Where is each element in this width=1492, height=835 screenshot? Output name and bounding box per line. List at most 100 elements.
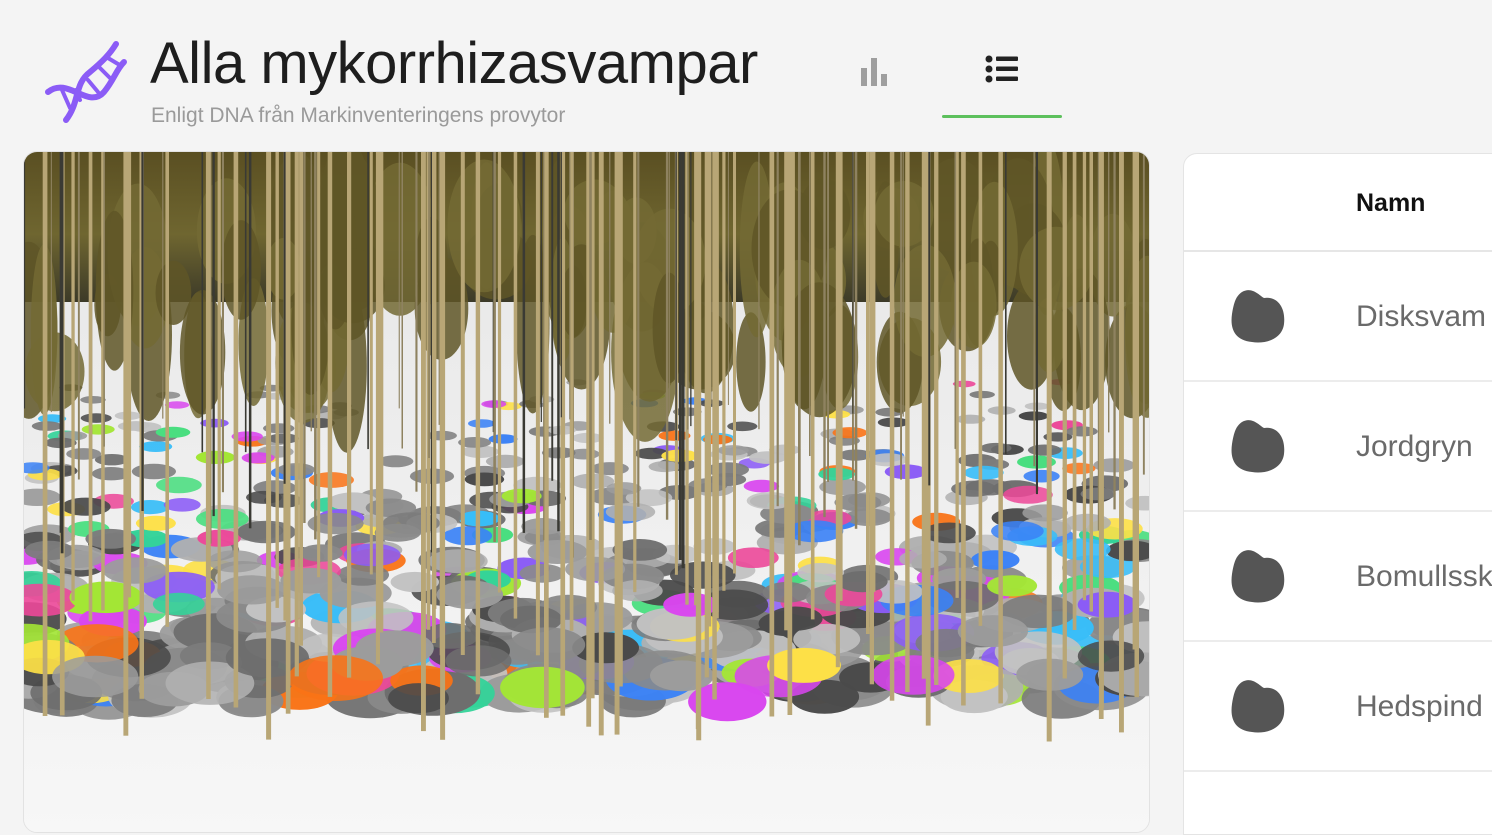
tree-trunk (310, 152, 312, 432)
ground-patch (195, 450, 236, 464)
tree-trunk (1113, 152, 1116, 510)
table-row[interactable]: Disksvam (1184, 252, 1492, 382)
ground-patch (163, 498, 201, 512)
tree-trunk (207, 152, 211, 615)
tree-trunk (401, 152, 403, 449)
species-table: Namn Disksvam Jordgryn Bomullssk Hedspin… (1183, 153, 1492, 835)
ground-patch (501, 488, 542, 504)
forest-scene[interactable] (23, 151, 1150, 833)
tree-trunk (544, 152, 549, 639)
tree-trunk (1098, 152, 1104, 719)
ground-patch (1023, 469, 1060, 483)
tree-trunk (1089, 152, 1093, 612)
tree-trunk (460, 152, 465, 655)
bar-chart-icon (861, 58, 887, 86)
ground-patch (103, 557, 167, 584)
ground-patch (957, 615, 1029, 648)
tree-trunk (1062, 152, 1067, 679)
ground-patch (81, 424, 115, 435)
ground-patch (963, 465, 1004, 480)
fungus-blob-icon (1231, 550, 1285, 603)
tree-trunk (379, 152, 384, 633)
tree-trunk (998, 152, 1003, 704)
tab-chart-view[interactable] (834, 40, 914, 118)
ground-patch (971, 550, 1020, 570)
tree-trunk (569, 152, 571, 420)
tree-trunk (1134, 152, 1139, 698)
ground-patch (749, 451, 787, 464)
tree-trunk (127, 152, 132, 598)
tree-trunk (42, 152, 48, 716)
tree-trunk (557, 152, 560, 532)
tree-trunk (809, 152, 811, 456)
tree-trunk (962, 152, 966, 593)
tree-trunk (522, 152, 526, 533)
tree-trunk (299, 152, 303, 646)
table-header: Namn (1184, 154, 1492, 252)
tree-trunk (733, 152, 736, 574)
tree-trunk (421, 152, 426, 732)
fungus-blob-icon (1231, 680, 1285, 733)
tree-trunk (123, 152, 129, 736)
tree-trunk (722, 152, 726, 591)
column-header-name[interactable]: Namn (1356, 189, 1425, 218)
table-row[interactable]: Bomullssk (1184, 512, 1492, 642)
table-row[interactable]: Hedspind (1184, 642, 1492, 772)
tree-trunk (928, 152, 931, 486)
ground-patch (156, 476, 202, 494)
tree-trunk (589, 152, 592, 540)
table-row[interactable]: Jordgryn (1184, 382, 1492, 512)
tree-trunk (141, 152, 144, 511)
ground-patch (590, 462, 629, 476)
tree-trunk (854, 152, 858, 529)
ground-patch (299, 544, 343, 562)
ground-patch (488, 434, 518, 444)
fungus-blob-icon (1231, 290, 1285, 343)
tree-crown (221, 220, 261, 320)
dna-icon (45, 41, 127, 123)
tree-trunk (1108, 152, 1110, 433)
tree-trunk (233, 152, 239, 708)
tree-trunk (681, 152, 685, 569)
tree-trunk (50, 152, 52, 413)
tree-trunk (428, 152, 430, 458)
tree-trunk (727, 152, 729, 405)
species-name: Disksvam (1356, 300, 1487, 333)
tree-trunk (24, 152, 26, 409)
species-name: Jordgryn (1356, 430, 1473, 463)
tree-crown (1019, 226, 1094, 311)
tree-trunk (375, 152, 380, 665)
tree-trunk (1035, 152, 1038, 495)
tree-trunk (902, 152, 904, 417)
tree-trunk (551, 152, 554, 481)
ground-patch (155, 426, 191, 438)
tree-trunk (493, 152, 496, 543)
ground-patch (80, 413, 112, 423)
tree-trunk (954, 152, 957, 449)
ground-patch (388, 683, 449, 714)
tree-trunk (668, 152, 670, 411)
tree-trunk (687, 152, 689, 430)
ground-patch (670, 561, 736, 589)
ground-patch (605, 502, 656, 522)
ground-patch (485, 454, 525, 468)
tree-trunk (665, 152, 669, 520)
species-name: Bomullssk (1356, 560, 1492, 593)
tree-trunk (835, 152, 840, 668)
species-name: Hedspind (1356, 690, 1483, 723)
ground-patch (69, 581, 143, 614)
ground-patch (152, 592, 205, 616)
ground-patch (1003, 485, 1053, 504)
ground-patch (980, 442, 1012, 454)
tree-trunk (852, 152, 854, 414)
tree-trunk (266, 152, 272, 740)
tab-list-view[interactable] (942, 40, 1062, 118)
tree-trunk (294, 152, 299, 677)
ground-patch (436, 580, 504, 609)
tree-trunk (637, 152, 640, 507)
tree-trunk (791, 152, 795, 573)
tree-trunk (303, 152, 306, 523)
tree-trunk (690, 152, 692, 427)
tree-trunk (715, 152, 719, 613)
tree-trunk (415, 152, 418, 492)
